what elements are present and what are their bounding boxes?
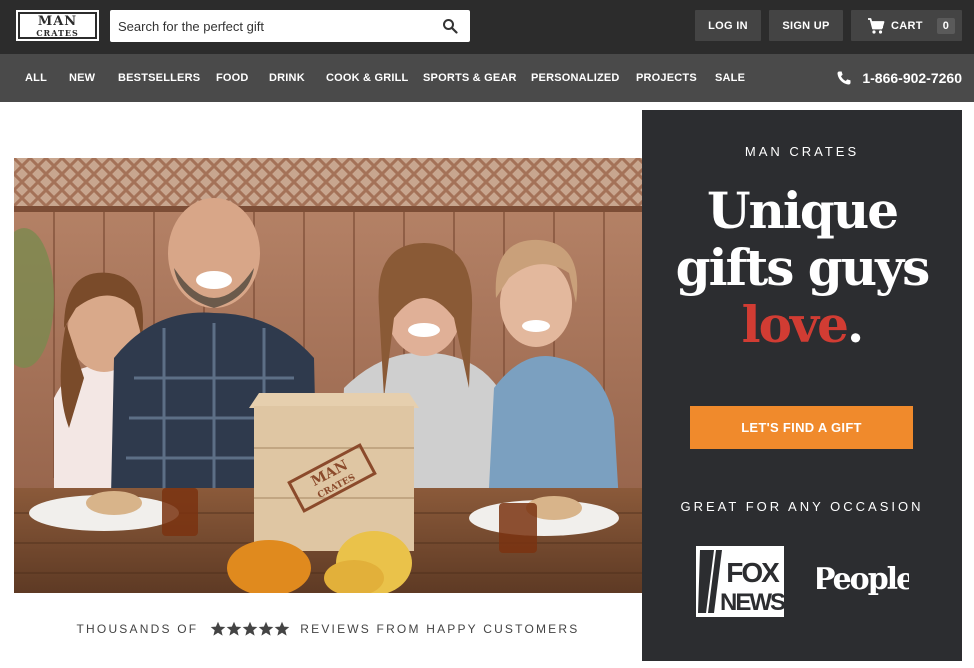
fox-news-line1: FOX [726, 557, 780, 588]
category-nav: ALL NEW BESTSELLERS FOOD DRINK COOK & GR… [0, 54, 974, 102]
headline-line1: Unique [706, 181, 899, 240]
occasion-label: GREAT FOR ANY OCCASION [680, 499, 924, 514]
fox-news-line2: NEWS [720, 589, 784, 616]
nav-item-personalized[interactable]: PERSONALIZED [531, 54, 620, 102]
nav-item-bestsellers[interactable]: BESTSELLERS [118, 54, 200, 102]
nav-item-projects[interactable]: PROJECTS [636, 54, 697, 102]
phone-number: 1-866-902-7260 [862, 70, 962, 86]
nav-item-sports-gear[interactable]: SPORTS & GEAR [423, 54, 517, 102]
logo-text-line2: CRATES [36, 27, 79, 38]
nav-item-drink[interactable]: DRINK [269, 54, 305, 102]
star-rating [210, 621, 290, 637]
logo-frame: MAN CRATES [18, 12, 97, 39]
nav-item-cook-grill[interactable]: COOK & GRILL [326, 54, 408, 102]
star-icon [242, 621, 258, 636]
cart-count-badge: 0 [936, 17, 956, 34]
panel-brand-name: MAN CRATES [744, 144, 860, 159]
phone-icon [837, 71, 851, 85]
nav-item-new[interactable]: NEW [69, 54, 95, 102]
star-icon [226, 621, 242, 636]
reviews-suffix: REVIEWS FROM HAPPY CUSTOMERS [300, 622, 580, 636]
fox-news-logo: FOX NEWS [696, 546, 784, 617]
man-crates-logo[interactable]: MAN CRATES [16, 10, 99, 41]
find-gift-button[interactable]: LET'S FIND A GIFT [690, 406, 913, 449]
cart-label: CART [891, 19, 923, 32]
login-button[interactable]: LOG IN [695, 10, 761, 41]
signup-button[interactable]: SIGN UP [769, 10, 843, 41]
headline-line2: gifts guys [675, 238, 931, 297]
people-logo: People [817, 562, 909, 597]
star-icon [210, 621, 226, 636]
headline-line3: love. [642, 296, 962, 353]
reviews-strip: THOUSANDS OF REVIEWS FROM HAPPY CUSTOMER… [14, 620, 642, 638]
star-icon [274, 621, 290, 636]
nav-item-sale[interactable]: SALE [715, 54, 745, 102]
nav-item-food[interactable]: FOOD [216, 54, 249, 102]
nav-item-all[interactable]: ALL [25, 54, 47, 102]
hero-family-photo: MAN CRATES [14, 158, 642, 593]
cart-button[interactable]: CART 0 [851, 10, 962, 41]
phone-link[interactable]: 1-866-902-7260 [836, 54, 962, 102]
search-input[interactable] [110, 10, 430, 42]
headline-period: . [846, 295, 864, 354]
cart-icon [868, 17, 885, 34]
people-logo-text: People [817, 562, 909, 597]
headline-accent-word: love [741, 295, 849, 354]
reviews-prefix: THOUSANDS OF [76, 622, 199, 636]
panel-headline: Unique gifts guys love. [642, 182, 962, 353]
search-box [110, 10, 470, 42]
search-icon[interactable] [442, 18, 458, 34]
top-bar: MAN CRATES LOG IN SIGN UP CART 0 [0, 0, 974, 54]
logo-text-line1: MAN [37, 13, 78, 29]
star-icon [258, 621, 274, 636]
promo-panel: MAN CRATES Unique gifts guys love. LET'S… [642, 110, 962, 661]
